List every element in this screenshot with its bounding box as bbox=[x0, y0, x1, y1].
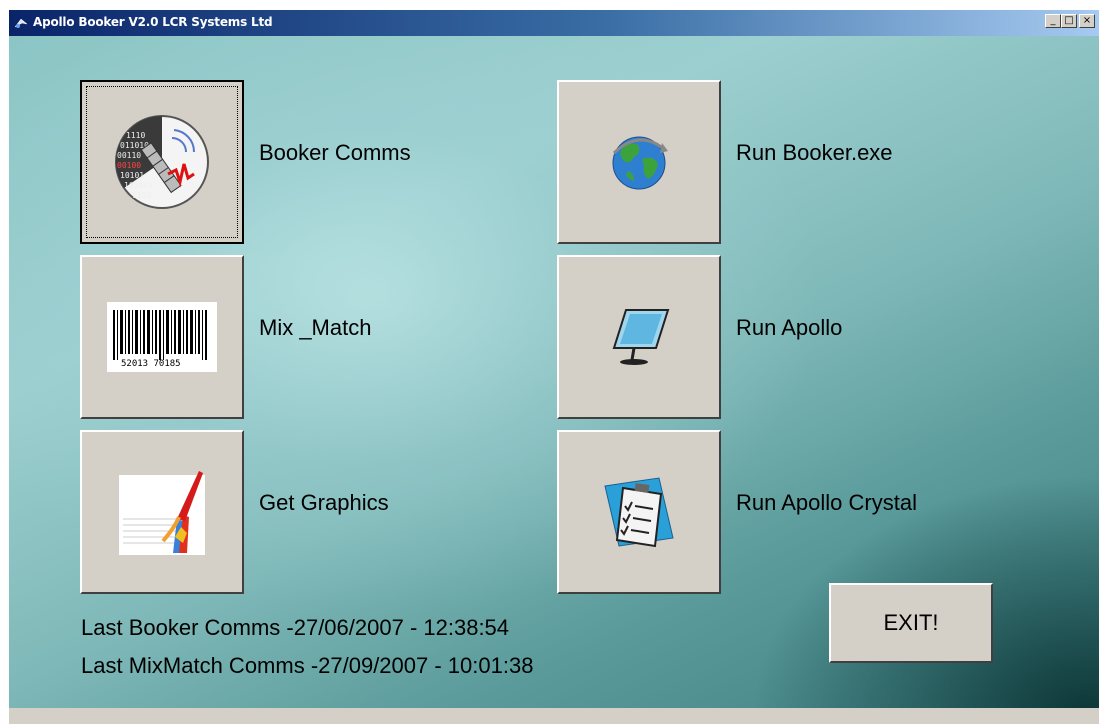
run-apollo-label: Run Apollo bbox=[736, 315, 843, 340]
clipboard-icon bbox=[604, 477, 674, 548]
globe-icon bbox=[612, 136, 668, 190]
satellite-binary-icon: 1110 011010 00110 00100 10101 101001 111… bbox=[115, 115, 209, 209]
barcode-digits: 52013 70185 bbox=[121, 359, 181, 369]
run-apollo-crystal-label: Run Apollo Crystal bbox=[736, 490, 917, 515]
app-icon bbox=[14, 18, 28, 28]
svg-text:00100: 00100 bbox=[117, 161, 141, 170]
last-mixmatch-comms-status: Last MixMatch Comms -27/09/2007 - 10:01:… bbox=[81, 653, 534, 678]
main-panel: 1110 011010 00110 00100 10101 101001 111… bbox=[9, 36, 1099, 708]
svg-text:011010: 011010 bbox=[120, 141, 149, 150]
window-frame-top bbox=[0, 0, 1107, 10]
window-frame-right bbox=[1099, 0, 1107, 724]
monitor-icon bbox=[612, 309, 670, 365]
barcode-icon: 52013 70185 bbox=[107, 302, 217, 372]
maximize-button[interactable]: □ bbox=[1061, 14, 1077, 28]
get-graphics-button[interactable] bbox=[80, 430, 244, 594]
svg-text:1110: 1110 bbox=[132, 191, 151, 200]
svg-text:10101: 10101 bbox=[120, 171, 144, 180]
svg-text:101001: 101001 bbox=[124, 181, 153, 190]
window-bottom-edge bbox=[9, 708, 1099, 724]
get-graphics-label: Get Graphics bbox=[259, 490, 389, 515]
graphics-chart-icon bbox=[119, 471, 205, 555]
mix-match-button[interactable]: 52013 70185 bbox=[80, 255, 244, 419]
run-booker-label: Run Booker.exe bbox=[736, 140, 893, 165]
title-bar[interactable]: Apollo Booker V2.0 LCR Systems Ltd _ □ × bbox=[9, 10, 1099, 36]
svg-text:00110: 00110 bbox=[117, 151, 141, 160]
last-booker-comms-status: Last Booker Comms -27/06/2007 - 12:38:54 bbox=[81, 615, 510, 640]
close-button[interactable]: × bbox=[1079, 14, 1095, 28]
mix-match-label: Mix _Match bbox=[259, 315, 372, 340]
run-apollo-crystal-button[interactable] bbox=[557, 430, 721, 594]
window-title: Apollo Booker V2.0 LCR Systems Ltd bbox=[33, 15, 273, 29]
application-window: Apollo Booker V2.0 LCR Systems Ltd _ □ ×… bbox=[0, 0, 1107, 724]
minimize-button[interactable]: _ bbox=[1045, 14, 1061, 28]
window-controls: _ □ × bbox=[1045, 14, 1095, 28]
booker-comms-label: Booker Comms bbox=[259, 140, 411, 165]
run-booker-button[interactable] bbox=[557, 80, 721, 244]
svg-text:1110: 1110 bbox=[126, 131, 145, 140]
run-apollo-button[interactable] bbox=[557, 255, 721, 419]
booker-comms-button[interactable]: 1110 011010 00110 00100 10101 101001 111… bbox=[80, 80, 244, 244]
window-frame-left bbox=[0, 0, 9, 724]
exit-button[interactable]: EXIT! bbox=[829, 583, 993, 663]
